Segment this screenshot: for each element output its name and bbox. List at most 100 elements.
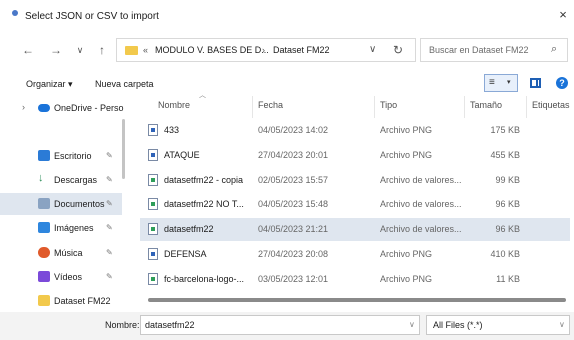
sidebar-item-label: Imágenes [54,223,94,233]
search-icon: ⌕ [551,43,558,55]
file-type: Archivo de valores... [380,199,462,209]
documents-icon [38,198,50,209]
file-size: 11 KB [496,274,520,284]
file-name-label: Nombre: [105,320,140,330]
sidebar-item-onedrive[interactable]: OneDrive - Perso [0,97,124,119]
sidebar-item-escritorio[interactable]: Escritorio ✎ [0,145,122,167]
sidebar-item-documentos[interactable]: Documentos ✎ [0,193,122,215]
file-name: datasetfm22 - copia [164,175,244,185]
pin-icon: ✎ [106,199,113,208]
file-row[interactable]: 433 04/05/2023 14:02 Archivo PNG 175 KB [140,119,570,142]
view-button[interactable]: ≡ ▾ [484,74,518,92]
videos-icon [38,271,50,282]
sidebar-item-label: Documentos [54,199,105,209]
column-header-date[interactable]: Fecha [258,100,283,110]
breadcrumb-separator[interactable]: › [262,45,265,55]
chevron-down-icon: ∨ [559,320,565,329]
help-icon[interactable]: ? [556,77,568,89]
file-name: DEFENSA [164,249,207,259]
refresh-icon[interactable]: ↻ [393,43,403,57]
file-row[interactable]: DEFENSA 27/04/2023 20:08 Archivo PNG 410… [140,243,570,266]
csv-file-icon [148,223,158,235]
column-header-size[interactable]: Tamaño [470,100,502,110]
file-type-select[interactable]: All Files (*.*) ∨ [426,315,570,335]
up-button[interactable]: ↑ [94,42,110,58]
column-divider[interactable] [464,96,465,118]
pin-icon: ✎ [106,223,113,232]
back-button[interactable]: ← [20,42,36,58]
sidebar-item-descargas[interactable]: ↓ Descargas ✎ [0,169,122,191]
sidebar-item-musica[interactable]: Música ✎ [0,242,122,264]
horizontal-scrollbar[interactable] [148,298,566,302]
search-placeholder: Buscar en Dataset FM22 [429,45,529,55]
sidebar-item-dataset-fm22[interactable]: Dataset FM22 [0,290,122,312]
file-row[interactable]: datasetfm22 NO T... 04/05/2023 15:48 Arc… [140,193,570,216]
path-overflow[interactable]: « [143,45,148,55]
file-row[interactable]: ATAQUE 27/04/2023 20:01 Archivo PNG 455 … [140,144,570,167]
sidebar-item-label: Vídeos [54,272,83,282]
close-button[interactable]: × [556,8,570,22]
pin-icon: ✎ [106,151,113,160]
csv-file-icon [148,198,158,210]
image-file-icon [148,273,158,285]
music-icon [38,247,50,258]
organize-button[interactable]: Organizar ▾ [26,79,73,90]
column-header-name[interactable]: Nombre [158,100,190,110]
column-divider[interactable] [252,96,253,118]
address-bar[interactable]: « MODULO V. BASES DE D... › Dataset FM22… [116,38,416,62]
file-type: Archivo de valores... [380,224,462,234]
new-folder-button[interactable]: Nueva carpeta [95,79,154,89]
file-size: 410 KB [490,249,520,259]
column-divider[interactable] [374,96,375,118]
file-date: 04/05/2023 15:48 [258,199,329,209]
chevron-down-icon[interactable]: ∨ [409,320,415,329]
file-row[interactable]: fc-barcelona-logo-... 03/05/2023 12:01 A… [140,268,570,291]
file-name: datasetfm22 [164,224,214,234]
folder-icon [125,46,138,55]
column-header-tags[interactable]: Etiquetas [532,100,570,110]
file-size: 175 KB [490,125,520,135]
file-date: 03/05/2023 12:01 [258,274,329,284]
breadcrumb-modulo[interactable]: MODULO V. BASES DE D... [155,45,269,55]
file-type: Archivo PNG [380,274,433,284]
sidebar-item-videos[interactable]: Vídeos ✎ [0,266,122,288]
column-divider[interactable] [526,96,527,118]
file-date: 27/04/2023 20:08 [258,249,329,259]
file-name: fc-barcelona-logo-... [164,274,245,284]
window-title: Select JSON or CSV to import [25,11,159,22]
file-name: datasetfm22 NO T... [164,199,244,209]
search-input[interactable]: Buscar en Dataset FM22 ⌕ [420,38,568,62]
file-date: 27/04/2023 20:01 [258,150,329,160]
download-icon: ↓ [38,172,44,184]
png-file-icon [148,248,158,260]
file-date: 04/05/2023 14:02 [258,125,329,135]
file-row[interactable]: datasetfm22 - copia 02/05/2023 15:57 Arc… [140,169,570,192]
forward-button[interactable]: → [48,42,64,58]
chevron-down-icon[interactable]: ∨ [369,44,376,55]
sidebar-item-label: Descargas [54,175,98,185]
file-type: Archivo de valores... [380,175,462,185]
pictures-icon [38,222,50,233]
sidebar-scrollbar[interactable] [122,119,125,179]
preview-pane-icon[interactable] [530,78,541,88]
file-type: Archivo PNG [380,150,433,160]
file-name: 433 [164,125,180,135]
file-type-value: All Files (*.*) [433,320,483,330]
file-name: ATAQUE [164,150,200,160]
file-name-input[interactable]: datasetfm22 ∨ [140,315,420,335]
recent-locations-button[interactable]: ∨ [72,42,88,58]
sidebar-item-imagenes[interactable]: Imágenes ✎ [0,217,122,239]
file-type: Archivo PNG [380,125,433,135]
file-size: 99 KB [495,175,520,185]
breadcrumb-dataset[interactable]: Dataset FM22 [273,45,330,55]
file-row-selected[interactable]: datasetfm22 04/05/2023 21:21 Archivo de … [140,218,570,241]
sidebar-item-label: Dataset FM22 [54,296,111,306]
file-size: 455 KB [490,150,520,160]
csv-file-icon [148,174,158,186]
pin-icon: ✎ [106,175,113,184]
file-date: 02/05/2023 15:57 [258,175,329,185]
column-header-type[interactable]: Tipo [380,100,397,110]
file-date: 04/05/2023 21:21 [258,224,329,234]
file-size: 96 KB [495,224,520,234]
file-name-value: datasetfm22 [145,320,195,330]
